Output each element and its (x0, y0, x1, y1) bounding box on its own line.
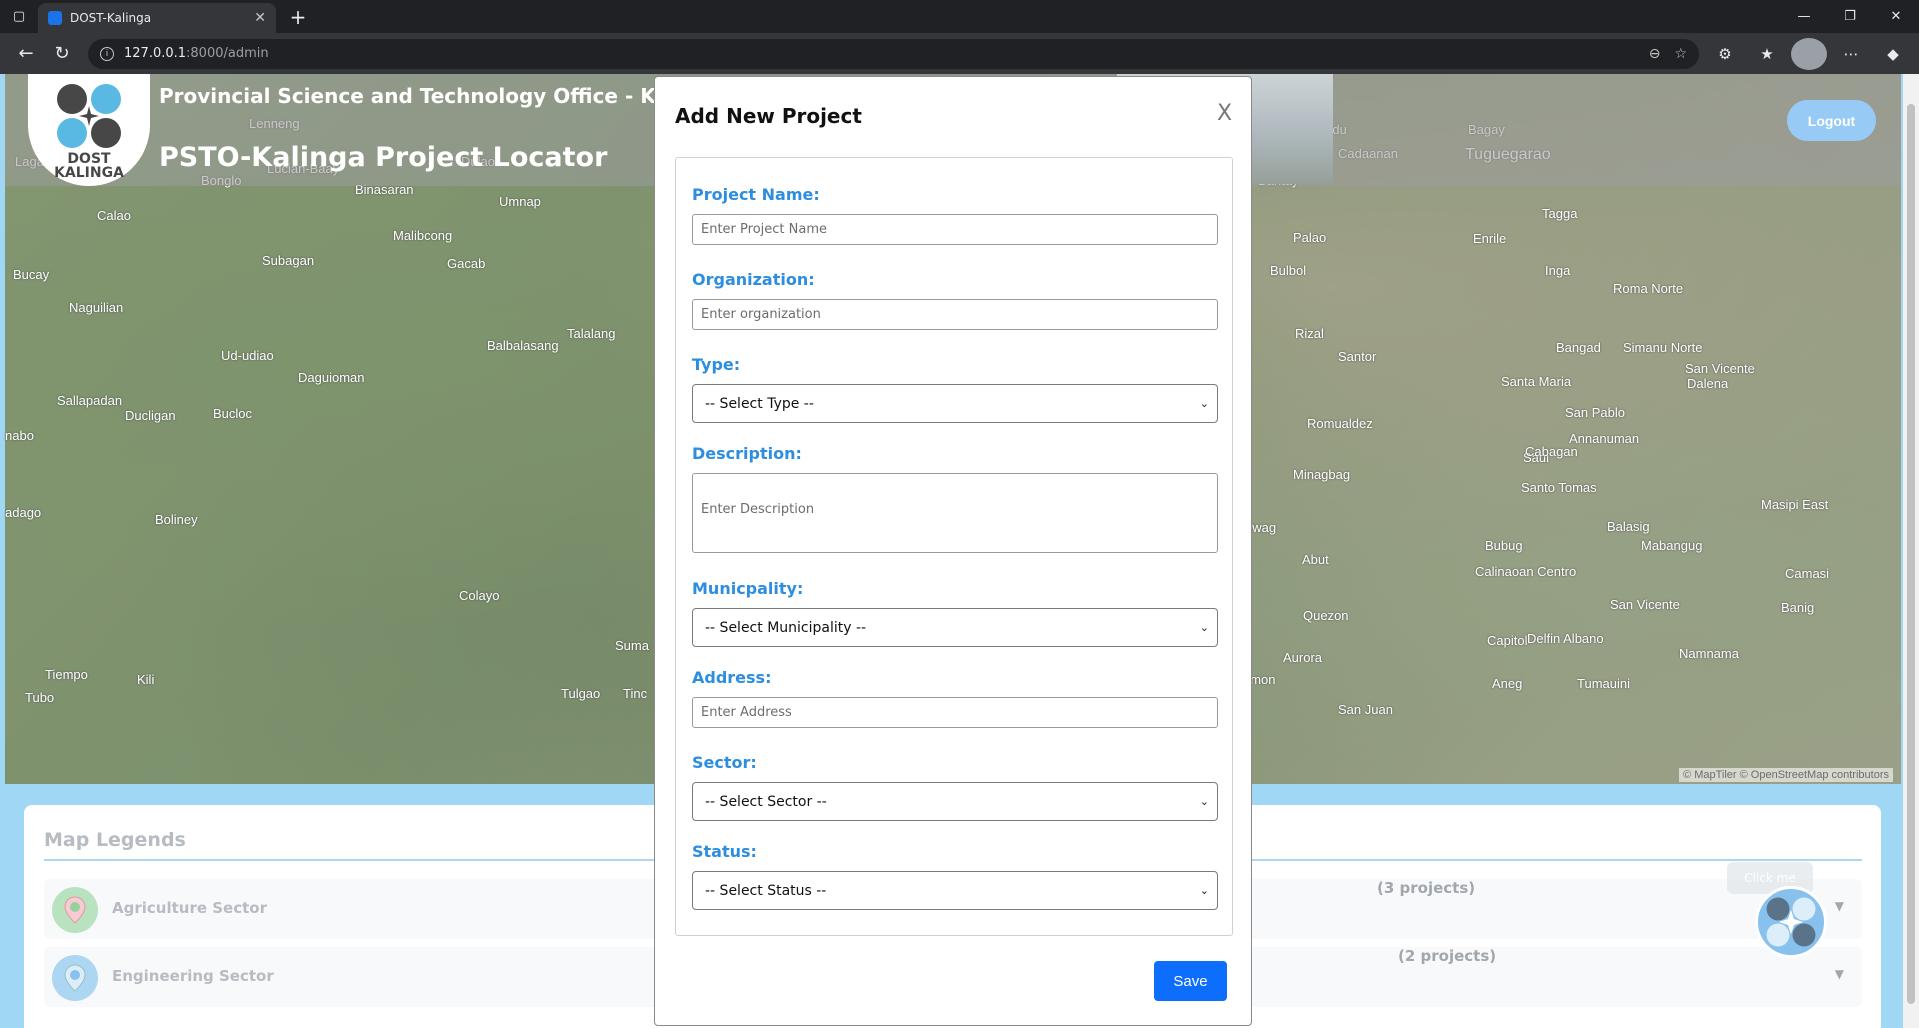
address-bar[interactable]: i 127.0.0.1:8000/admin ⊖ ☆ (88, 38, 1699, 69)
copilot-icon[interactable]: ◆ (1875, 38, 1911, 70)
browser-tab[interactable]: DOST-Kalinga ✕ (38, 3, 276, 33)
address-input[interactable] (692, 697, 1218, 728)
status-label: Status: (692, 842, 757, 861)
profile-icon[interactable] (1791, 37, 1827, 70)
back-icon[interactable]: ← (8, 38, 44, 70)
tab-actions-icon[interactable]: ▢ (0, 0, 38, 33)
url-host: 127.0.0.1 (124, 46, 187, 61)
favicon-icon (48, 11, 62, 25)
extensions-icon[interactable]: ⚙ (1707, 38, 1743, 70)
restore-icon[interactable]: ❐ (1827, 0, 1873, 33)
modal-title: Add New Project (675, 104, 862, 128)
organization-label: Organization: (692, 270, 815, 289)
project-name-input[interactable] (692, 214, 1218, 245)
municipality-select[interactable]: -- Select Municipality -- ⌄ (692, 608, 1218, 647)
page-scrollbar[interactable] (1903, 74, 1919, 1028)
description-textarea[interactable] (692, 473, 1218, 553)
add-project-modal: Add New Project X Project Name: Organiza… (654, 76, 1252, 1026)
address-label: Address: (692, 668, 772, 687)
window-close-icon[interactable]: ✕ (1873, 0, 1919, 33)
tab-close-icon[interactable]: ✕ (254, 10, 266, 26)
status-select-value: -- Select Status -- (705, 882, 827, 899)
municipality-select-value: -- Select Municipality -- (705, 619, 867, 636)
scrollbar-thumb[interactable] (1907, 104, 1915, 1004)
new-tab-icon[interactable]: + (282, 2, 314, 32)
project-name-label: Project Name: (692, 185, 820, 204)
chevron-down-icon: ⌄ (1199, 397, 1209, 410)
chevron-down-icon: ⌄ (1199, 884, 1209, 897)
browser-toolbar: ← ↻ i 127.0.0.1:8000/admin ⊖ ☆ ⚙ ★ ⋯ ◆ (0, 33, 1919, 74)
sector-select-value: -- Select Sector -- (705, 793, 827, 810)
type-label: Type: (692, 355, 741, 374)
favorite-star-icon[interactable]: ☆ (1674, 46, 1687, 62)
description-label: Description: (692, 444, 802, 463)
tab-title: DOST-Kalinga (70, 11, 152, 25)
save-button[interactable]: Save (1154, 961, 1227, 1001)
reload-icon[interactable]: ↻ (44, 38, 80, 70)
reader-icon[interactable]: ⊖ (1649, 46, 1661, 62)
url-path: :8000/admin (186, 46, 269, 61)
modal-close-button[interactable]: X (1217, 101, 1232, 126)
browser-tabbar: ▢ DOST-Kalinga ✕ + — ❐ ✕ (0, 0, 1919, 33)
type-select-value: -- Select Type -- (705, 395, 814, 412)
organization-input[interactable] (692, 299, 1218, 330)
municipality-label: Municpality: (692, 579, 804, 598)
sector-label: Sector: (692, 753, 757, 772)
type-select[interactable]: -- Select Type -- ⌄ (692, 384, 1218, 423)
status-select[interactable]: -- Select Status -- ⌄ (692, 871, 1218, 910)
chevron-down-icon: ⌄ (1199, 795, 1209, 808)
favorites-icon[interactable]: ★ (1749, 38, 1785, 70)
project-form: Project Name: Organization: Type: -- Sel… (675, 157, 1233, 936)
chevron-down-icon: ⌄ (1199, 621, 1209, 634)
sector-select[interactable]: -- Select Sector -- ⌄ (692, 782, 1218, 821)
minimize-icon[interactable]: — (1781, 0, 1827, 33)
window-controls: — ❐ ✕ (1781, 0, 1919, 33)
site-info-icon[interactable]: i (100, 46, 114, 61)
more-menu-icon[interactable]: ⋯ (1833, 38, 1869, 70)
